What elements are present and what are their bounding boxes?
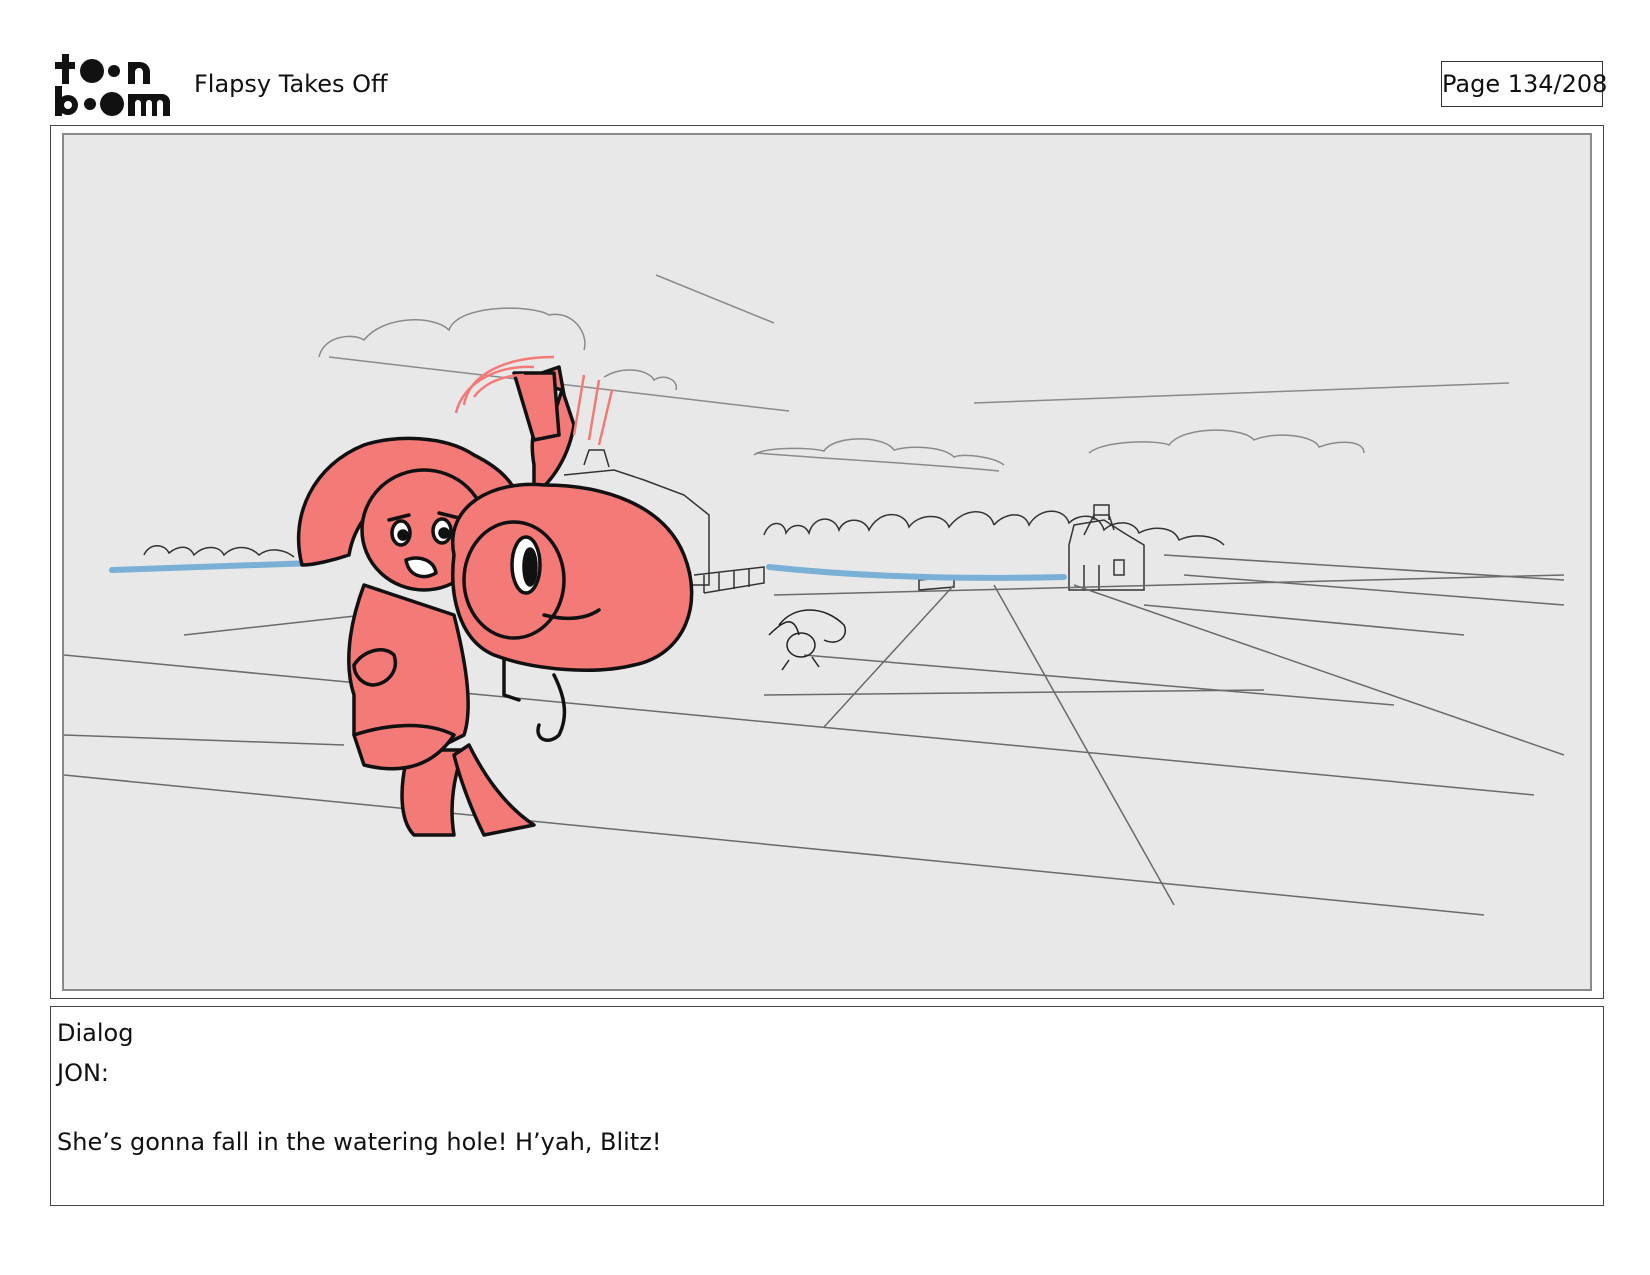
dialog-speaker: JON: (57, 1059, 110, 1087)
toon-boom-logo-icon (55, 54, 170, 116)
storyboard-sketch-icon (64, 274, 1565, 916)
dialog-heading: Dialog (57, 1019, 134, 1047)
dialog-line: She’s gonna fall in the watering hole! H… (57, 1128, 662, 1156)
toon-boom-logo (52, 52, 170, 118)
storyboard-panel-frame (50, 125, 1604, 999)
document-title: Flapsy Takes Off (194, 70, 388, 98)
page-number-badge: Page 134/208 (1441, 61, 1607, 107)
storyboard-panel-image (62, 133, 1592, 991)
dialog-box: Dialog JON: She’s gonna fall in the wate… (50, 1006, 1604, 1206)
